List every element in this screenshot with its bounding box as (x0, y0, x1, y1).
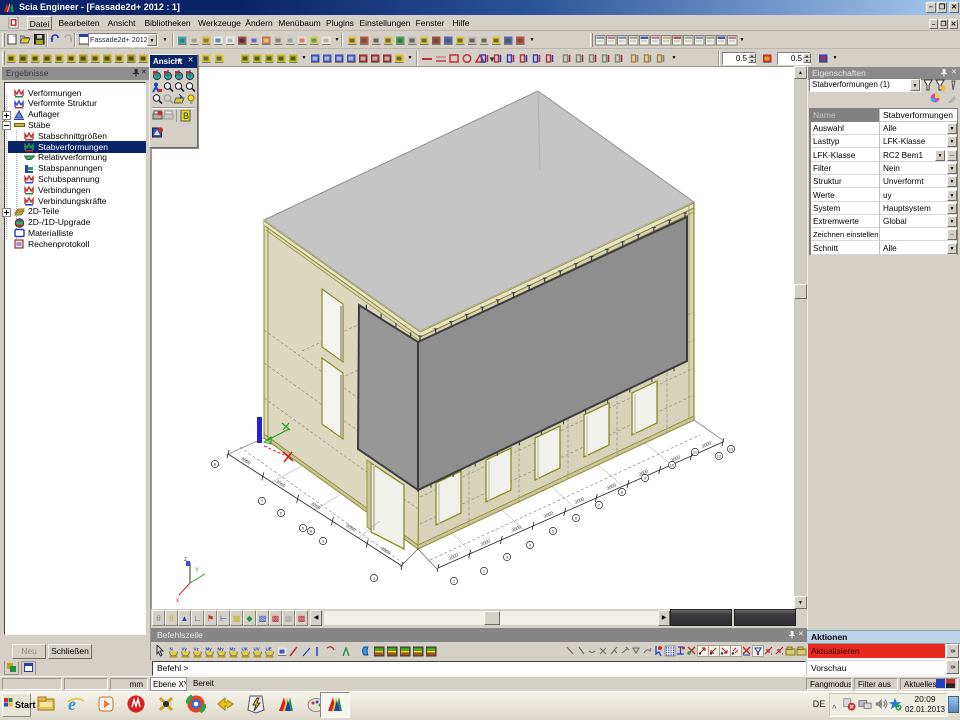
svg-text:N: N (170, 647, 173, 652)
svg-text:3000: 3000 (275, 479, 287, 489)
svg-text:My: My (218, 647, 225, 652)
svg-text:Y: Y (195, 568, 199, 574)
svg-text:UE: UE (266, 647, 272, 652)
svg-text:3000: 3000 (240, 456, 252, 466)
svg-text:Vy: Vy (182, 647, 188, 652)
svg-text:B: B (183, 111, 189, 121)
svg-text:3000: 3000 (480, 538, 492, 547)
svg-text:12: 12 (717, 454, 722, 459)
svg-text:z: z (184, 557, 187, 563)
svg-text:My: My (206, 647, 213, 652)
svg-text:13: 13 (729, 447, 734, 452)
svg-text:UK: UK (242, 647, 249, 652)
svg-text:Vz: Vz (194, 647, 200, 652)
svg-text:3000: 3000 (345, 523, 357, 533)
svg-text:10: 10 (670, 463, 675, 468)
svg-text:Mz: Mz (230, 647, 237, 652)
svg-text:UV: UV (254, 647, 260, 652)
svg-text:e: e (68, 694, 76, 714)
svg-text:x: x (176, 598, 179, 604)
